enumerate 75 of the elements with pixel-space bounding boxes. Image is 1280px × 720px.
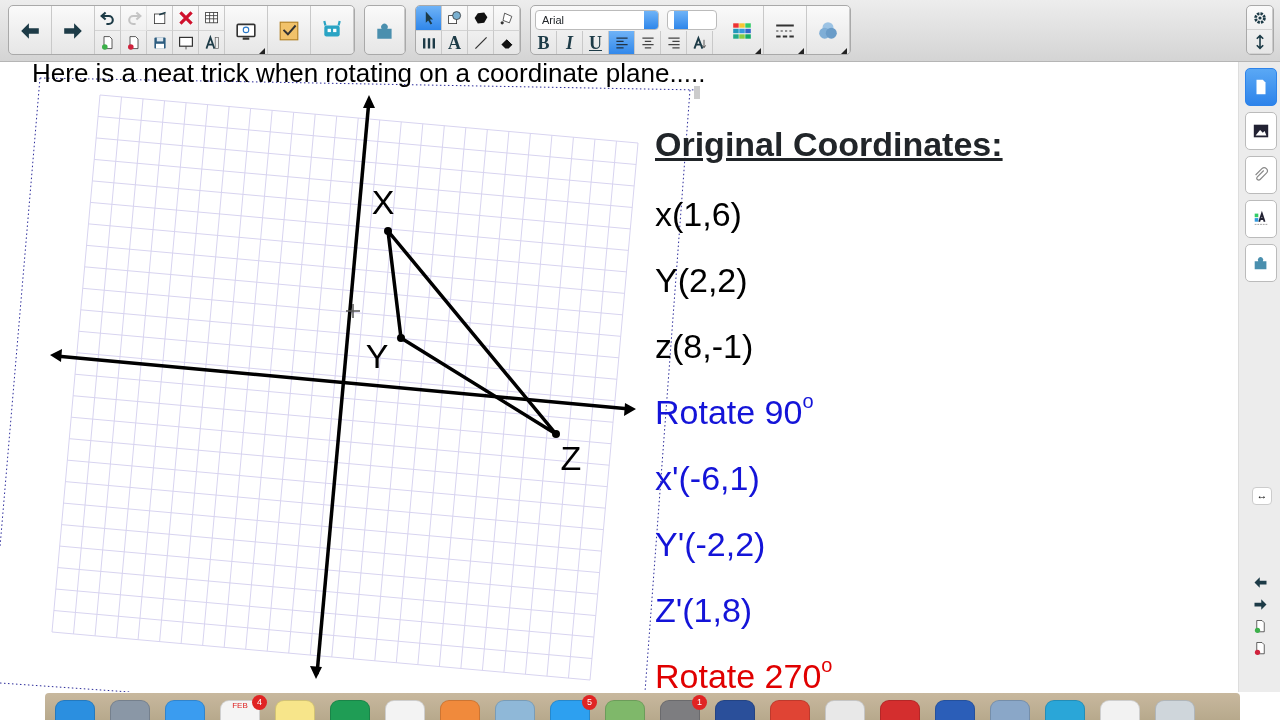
dock-app-icon[interactable] xyxy=(880,700,920,720)
puzzle-tab[interactable] xyxy=(1245,244,1277,282)
document-export-icon xyxy=(151,10,168,26)
dock-app-icon[interactable] xyxy=(660,700,700,720)
coordinate-text: Y'(-2,2) xyxy=(655,524,767,566)
page-add-icon xyxy=(99,35,116,51)
page-delete-icon xyxy=(1252,640,1268,656)
line-icon xyxy=(472,35,489,51)
coordinate-text: x(1,6) xyxy=(655,194,743,236)
delete-icon xyxy=(177,10,194,26)
page-tab[interactable] xyxy=(1245,68,1277,106)
image-tab[interactable] xyxy=(1245,112,1277,150)
align-center-icon xyxy=(639,35,656,51)
point-label: Z xyxy=(560,439,582,477)
font-select[interactable]: Arial xyxy=(535,10,659,30)
point-label: Y xyxy=(365,337,389,375)
point-label: X xyxy=(371,183,395,221)
paperclip-icon xyxy=(1252,166,1270,184)
resize-button[interactable]: ↔ xyxy=(1252,486,1272,505)
coordinate-text: Y(2,2) xyxy=(655,260,749,302)
save-icon xyxy=(151,35,168,51)
align-left-icon xyxy=(613,35,630,51)
clip-tab[interactable] xyxy=(1245,156,1277,194)
image-icon xyxy=(1252,122,1270,140)
text-size-icon xyxy=(691,35,708,51)
settings-icon xyxy=(1251,9,1268,26)
arrow-right-icon xyxy=(1252,596,1268,612)
undo-icon xyxy=(99,10,116,26)
coordinate-text: Z'(1,8) xyxy=(655,590,754,632)
page-delete-icon xyxy=(125,35,142,51)
checkbox-icon xyxy=(278,20,300,42)
notification-badge: 1 xyxy=(692,695,707,710)
dock-app-icon[interactable] xyxy=(935,700,975,720)
table-button[interactable] xyxy=(199,6,225,31)
align-right-icon xyxy=(665,35,682,51)
polygon-button[interactable] xyxy=(468,6,494,31)
delete-button[interactable] xyxy=(173,6,199,31)
select-button[interactable] xyxy=(416,6,442,31)
textstyle-tab[interactable] xyxy=(1245,200,1277,238)
paint-bucket-icon xyxy=(498,10,515,26)
dock-app-icon[interactable] xyxy=(770,700,810,720)
dock-app-icon[interactable] xyxy=(55,700,95,720)
calendar-month: FEB xyxy=(231,702,249,710)
move-cursor-icon xyxy=(345,303,361,319)
notification-badge: 5 xyxy=(582,695,597,710)
page-add-icon xyxy=(1252,618,1268,634)
text-ruler-icon xyxy=(203,35,220,51)
shape-button[interactable] xyxy=(442,6,468,31)
dock-app-icon[interactable] xyxy=(330,700,370,720)
pens-icon xyxy=(420,35,437,51)
coordinate-text: Rotate 270$^{o}$ xyxy=(655,654,834,692)
dock-app-icon[interactable] xyxy=(110,700,150,720)
projector-screen-icon xyxy=(177,35,194,51)
page-title: Here is a neat trick when rotating on a coordinate plane..... xyxy=(32,62,706,90)
font-name: Arial xyxy=(542,12,564,28)
bold-button[interactable]: B xyxy=(531,31,557,54)
dock-app-icon[interactable] xyxy=(715,700,755,720)
hexagon-icon xyxy=(472,10,489,26)
coordinate-text: x'(-6,1) xyxy=(655,458,761,500)
text-button[interactable]: A xyxy=(442,31,468,54)
notification-badge: 4 xyxy=(252,695,267,710)
overlapping-circles-icon xyxy=(817,20,839,42)
italic-button[interactable]: I xyxy=(557,31,583,54)
coordinate-text: Rotate 90$^{o}$ xyxy=(655,390,815,434)
table-icon xyxy=(203,10,220,26)
undo-button[interactable] xyxy=(95,6,121,31)
export-button[interactable] xyxy=(147,6,173,31)
coordinate-text: z(8,-1) xyxy=(655,326,755,368)
shape-icon xyxy=(446,10,463,26)
align-left-button[interactable] xyxy=(609,31,635,54)
heading: Original Coordinates: xyxy=(655,124,1003,165)
dock-app-icon[interactable] xyxy=(550,700,590,720)
dropdown-handle[interactable] xyxy=(694,86,700,99)
redo-icon xyxy=(125,10,142,26)
color-grid-icon xyxy=(731,20,753,42)
